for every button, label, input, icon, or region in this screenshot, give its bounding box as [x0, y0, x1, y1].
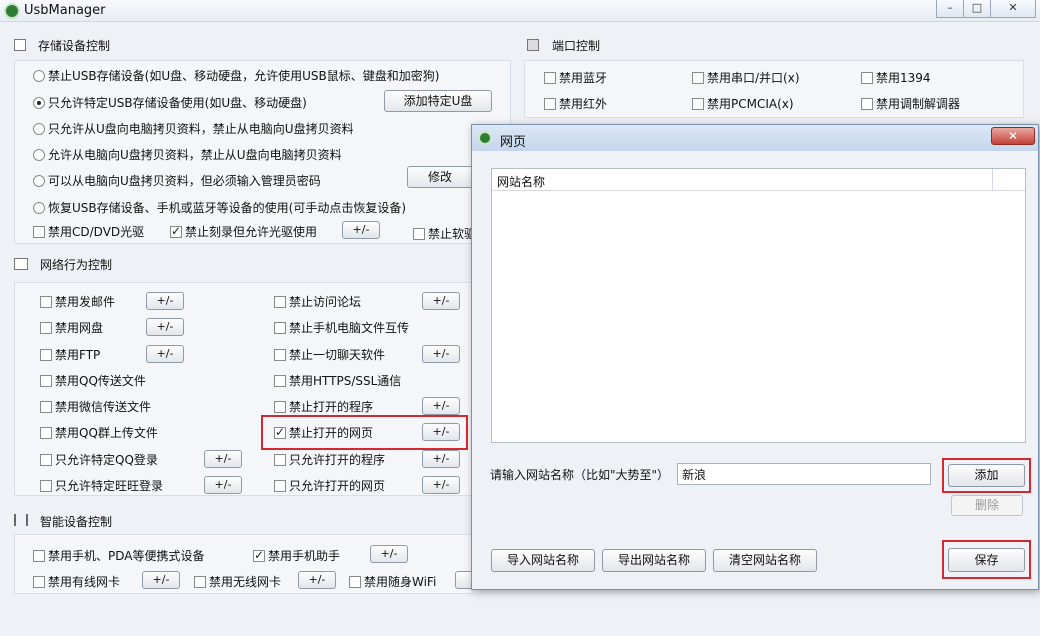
phone-assistant-pm-button[interactable]: +/-: [370, 545, 408, 563]
checkbox-specific-qq[interactable]: 只允许特定QQ登录: [40, 451, 158, 468]
webpage-dialog: 网页 ✕ 网站名称 请输入网站名称（比如"大势至"） 新浪 添加 删除 导入网站…: [471, 124, 1039, 590]
add-button[interactable]: 添加: [948, 464, 1025, 487]
checkbox-bluetooth[interactable]: 禁用蓝牙: [544, 69, 607, 86]
checkbox-allow-webpages[interactable]: 只允许打开的网页: [274, 477, 385, 494]
chat-pm-button[interactable]: +/-: [422, 345, 460, 363]
dialog-title: 网页: [500, 135, 527, 150]
radio-pc-to-usb-only[interactable]: 允许从电脑向U盘拷贝资料，禁止从U盘向电脑拷贝资料: [33, 146, 342, 163]
window-titlebar: [0, 0, 1040, 22]
checkbox-qq-file[interactable]: 禁用QQ传送文件: [40, 372, 146, 389]
modify-button[interactable]: 修改: [407, 166, 473, 188]
storage-section-title: 存储设备控制: [38, 39, 111, 53]
close-button[interactable]: ✕: [990, 0, 1036, 18]
smart-section-title: 智能设备控制: [40, 515, 113, 529]
specific-qq-pm-button[interactable]: +/-: [204, 450, 242, 468]
app-icon: [4, 3, 20, 19]
forum-pm-button[interactable]: +/-: [422, 292, 460, 310]
checkbox-block-programs[interactable]: 禁止打开的程序: [274, 398, 373, 415]
checkbox-forum[interactable]: 禁止访问论坛: [274, 293, 361, 310]
column-header-website[interactable]: 网站名称: [497, 173, 545, 190]
checkbox-chat-software[interactable]: 禁止一切聊天软件: [274, 346, 385, 363]
radio-specific-usb[interactable]: 只允许特定USB存储设备使用(如U盘、移动硬盘): [33, 94, 307, 111]
checkbox-1394[interactable]: 禁用1394: [861, 69, 931, 86]
checkbox-email[interactable]: 禁用发邮件: [40, 293, 115, 310]
email-pm-button[interactable]: +/-: [146, 292, 184, 310]
export-websites-button[interactable]: 导出网站名称: [602, 549, 706, 572]
checkbox-portable-devices[interactable]: 禁用手机、PDA等便携式设备: [33, 547, 204, 564]
checkbox-wired-nic[interactable]: 禁用有线网卡: [33, 573, 120, 590]
checkbox-no-burn[interactable]: 禁止刻录但允许光驱使用: [170, 223, 317, 240]
port-section-title: 端口控制: [552, 39, 601, 53]
storage-icon: [14, 39, 26, 51]
dialog-app-icon: [478, 131, 492, 145]
checkbox-wechat-file[interactable]: 禁用微信传送文件: [40, 398, 151, 415]
checkbox-disable-floppy[interactable]: 禁止软驱: [413, 225, 476, 242]
network-section-title: 网络行为控制: [40, 258, 113, 272]
wired-nic-pm-button[interactable]: +/-: [142, 571, 180, 589]
checkbox-ftp[interactable]: 禁用FTP: [40, 346, 100, 363]
checkbox-serial-parallel[interactable]: 禁用串口/并口(x): [692, 69, 800, 86]
minimize-button[interactable]: –: [936, 0, 964, 18]
checkbox-phone-assistant[interactable]: 禁用手机助手: [253, 547, 340, 564]
checkbox-specific-wangwang[interactable]: 只允许特定旺旺登录: [40, 477, 163, 494]
programs-pm-button[interactable]: +/-: [422, 397, 460, 415]
checkbox-wireless-nic[interactable]: 禁用无线网卡: [194, 573, 281, 590]
checkbox-allow-programs[interactable]: 只允许打开的程序: [274, 451, 385, 468]
checkbox-disable-cd[interactable]: 禁用CD/DVD光驱: [33, 223, 144, 240]
maximize-button[interactable]: □: [963, 0, 991, 18]
no-burn-pm-button[interactable]: +/-: [342, 221, 380, 239]
webpages-pm-button[interactable]: +/-: [422, 423, 460, 441]
radio-restore-usb[interactable]: 恢复USB存储设备、手机或蓝牙等设备的使用(可手动点击恢复设备): [33, 199, 406, 216]
smart-icon: [14, 514, 28, 526]
column-divider: [992, 169, 993, 190]
network-icon: [14, 258, 28, 270]
website-list-header: 网站名称: [492, 169, 1025, 191]
radio-disable-usb[interactable]: 禁止USB存储设备(如U盘、移动硬盘，允许使用USB鼠标、键盘和加密狗): [33, 67, 439, 84]
checkbox-infrared[interactable]: 禁用红外: [544, 95, 607, 112]
wireless-nic-pm-button[interactable]: +/-: [298, 571, 336, 589]
checkbox-netdisk[interactable]: 禁用网盘: [40, 319, 103, 336]
website-name-input[interactable]: 新浪: [677, 463, 931, 485]
netdisk-pm-button[interactable]: +/-: [146, 318, 184, 336]
checkbox-portable-wifi[interactable]: 禁用随身WiFi: [349, 573, 436, 590]
save-button[interactable]: 保存: [948, 548, 1025, 572]
allow-programs-pm-button[interactable]: +/-: [422, 450, 460, 468]
checkbox-modem[interactable]: 禁用调制解调器: [861, 95, 960, 112]
radio-usb-to-pc-only[interactable]: 只允许从U盘向电脑拷贝资料，禁止从电脑向U盘拷贝资料: [33, 120, 354, 137]
website-input-label: 请输入网站名称（比如"大势至"）: [490, 468, 670, 482]
dialog-titlebar: [472, 125, 1038, 151]
ftp-pm-button[interactable]: +/-: [146, 345, 184, 363]
allow-webpages-pm-button[interactable]: +/-: [422, 476, 460, 494]
dialog-close-button[interactable]: ✕: [991, 127, 1035, 145]
checkbox-https[interactable]: 禁用HTTPS/SSL通信: [274, 372, 401, 389]
window-title: UsbManager: [24, 3, 106, 18]
radio-password-copy[interactable]: 可以从电脑向U盘拷贝资料，但必须输入管理员密码: [33, 172, 321, 189]
checkbox-phone-pc-transfer[interactable]: 禁止手机电脑文件互传: [274, 319, 409, 336]
delete-button[interactable]: 删除: [951, 495, 1023, 516]
checkbox-pcmcia[interactable]: 禁用PCMCIA(x): [692, 95, 794, 112]
port-icon: [527, 39, 539, 51]
checkbox-block-webpages[interactable]: 禁止打开的网页: [274, 424, 373, 441]
add-specific-usb-button[interactable]: 添加特定U盘: [384, 90, 492, 112]
clear-websites-button[interactable]: 清空网站名称: [713, 549, 817, 572]
import-websites-button[interactable]: 导入网站名称: [491, 549, 595, 572]
website-list[interactable]: 网站名称: [491, 168, 1026, 443]
specific-wangwang-pm-button[interactable]: +/-: [204, 476, 242, 494]
checkbox-qq-group-upload[interactable]: 禁用QQ群上传文件: [40, 424, 158, 441]
